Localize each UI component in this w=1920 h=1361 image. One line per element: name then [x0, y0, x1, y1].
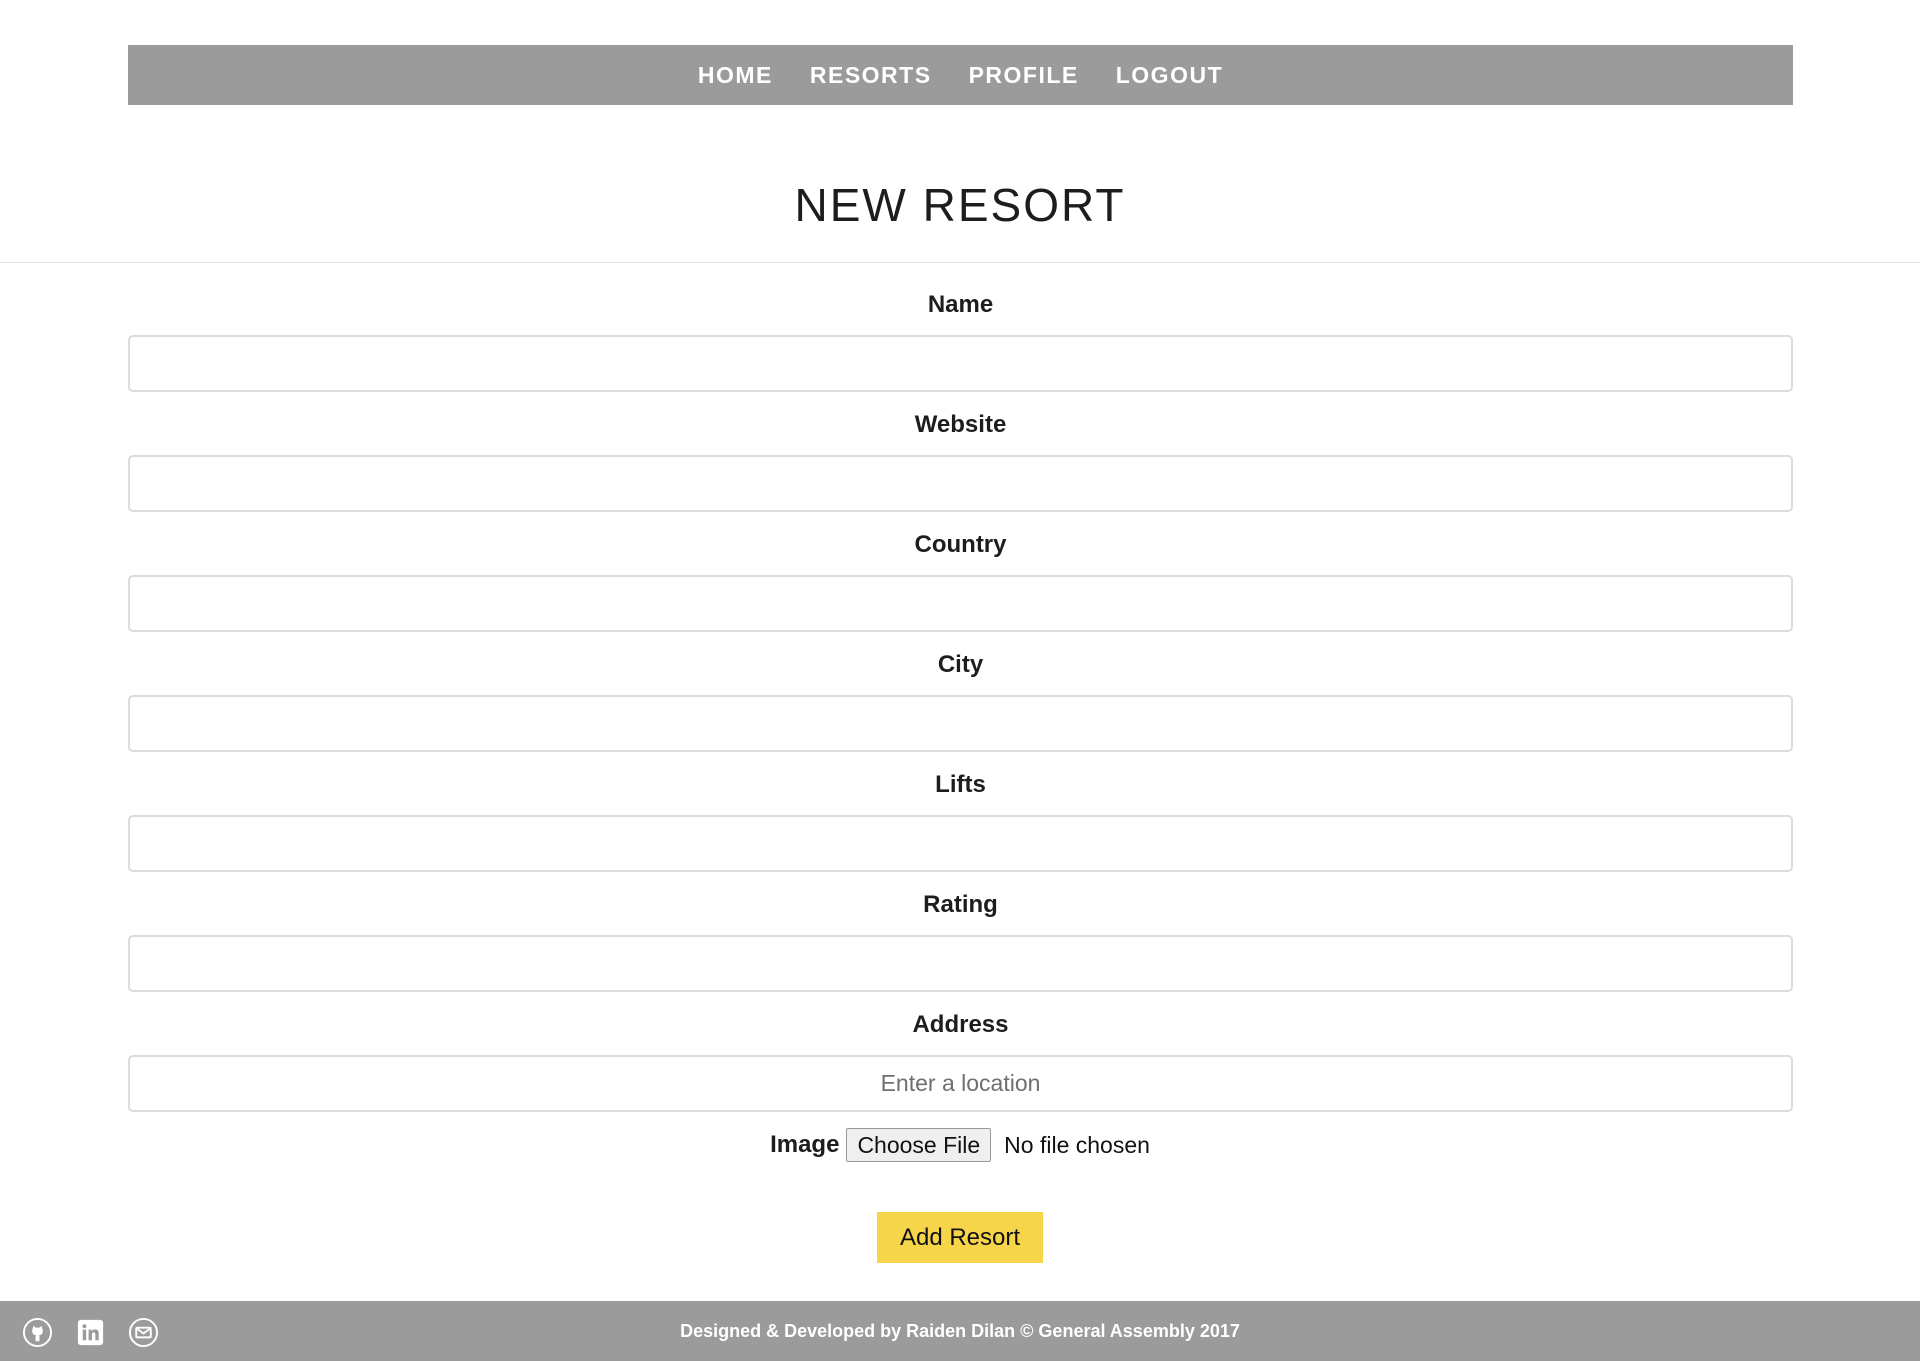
- rating-label: Rating: [923, 891, 998, 918]
- main-navbar: HOME RESORTS PROFILE LOGOUT: [128, 45, 1793, 105]
- nav-profile[interactable]: PROFILE: [969, 62, 1079, 89]
- website-label: Website: [914, 411, 1007, 438]
- rating-field-group: Rating: [128, 862, 1793, 992]
- nav-resorts[interactable]: RESORTS: [810, 62, 932, 89]
- lifts-label: Lifts: [935, 771, 986, 798]
- footer-credits: Designed & Developed by Raiden Dilan © G…: [680, 1321, 1240, 1341]
- address-input[interactable]: [128, 1055, 1793, 1112]
- name-label: Name: [927, 291, 994, 318]
- country-field-group: Country: [128, 502, 1793, 632]
- nav-logout[interactable]: LOGOUT: [1116, 62, 1223, 89]
- choose-file-button[interactable]: Choose File: [846, 1128, 992, 1162]
- add-resort-button[interactable]: Add Resort: [877, 1212, 1043, 1263]
- website-field-group: Website: [128, 382, 1793, 512]
- country-label: Country: [914, 531, 1007, 558]
- lifts-field-group: Lifts: [128, 742, 1793, 872]
- image-label: Image: [770, 1131, 840, 1158]
- name-field-group: Name: [128, 262, 1793, 392]
- footer: Designed & Developed by Raiden Dilan © G…: [0, 1301, 1920, 1361]
- city-field-group: City: [128, 622, 1793, 752]
- city-label: City: [937, 651, 984, 678]
- file-status: No file chosen: [1004, 1131, 1150, 1158]
- address-label: Address: [912, 1011, 1009, 1038]
- new-resort-form: Name Website Country City Lifts Rating A…: [128, 262, 1793, 1112]
- page-title: NEW RESORT: [794, 179, 1126, 231]
- image-upload-row: Image Choose File No file chosen: [0, 1128, 1920, 1162]
- address-field-group: Address: [128, 982, 1793, 1112]
- nav-home[interactable]: HOME: [698, 62, 773, 89]
